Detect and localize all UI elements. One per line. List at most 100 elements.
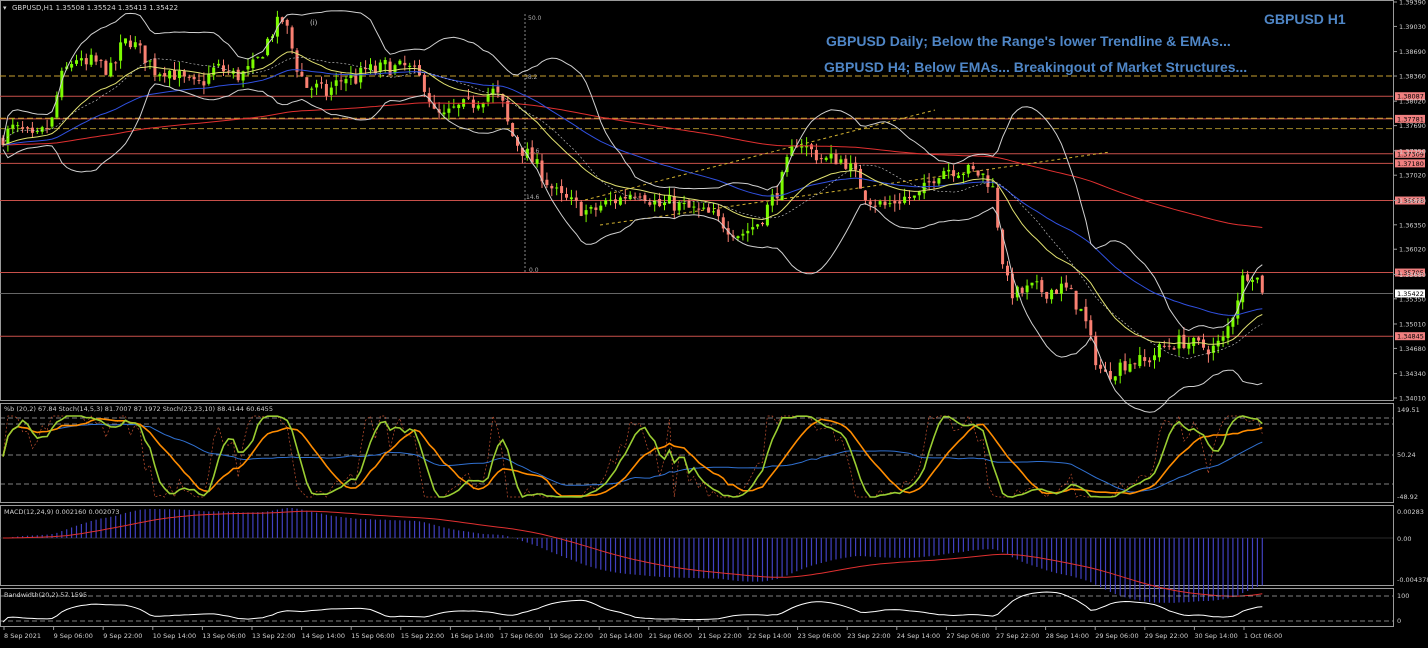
candle-body <box>912 195 916 198</box>
candle <box>741 229 745 241</box>
candle-body <box>966 164 970 174</box>
price-tick-label: 1.37350 <box>1399 147 1426 155</box>
candle <box>226 64 230 75</box>
candle <box>354 68 358 85</box>
candle-body <box>1059 283 1063 294</box>
candle-body <box>594 207 598 210</box>
candle <box>315 79 319 96</box>
candle-body <box>481 103 485 108</box>
candle <box>403 55 407 71</box>
candle <box>859 164 862 189</box>
osc-tick-bot: -48.92 <box>1397 493 1418 501</box>
candle <box>359 62 363 89</box>
candle-body <box>819 158 823 160</box>
ema-fast-line <box>2 51 1263 345</box>
candle <box>579 200 583 217</box>
candle <box>285 18 289 34</box>
candle <box>1010 267 1014 305</box>
candle-body <box>1246 274 1250 281</box>
candle <box>378 59 382 78</box>
candle <box>481 102 485 113</box>
candle <box>114 61 118 71</box>
collapse-arrow-icon[interactable]: ▾ <box>3 4 7 12</box>
candle <box>834 149 838 165</box>
time-tick-label: 30 Sep 14:00 <box>1194 632 1237 640</box>
candle <box>765 202 769 227</box>
candle-body <box>329 87 333 95</box>
wave-label: (i) <box>310 19 318 27</box>
candle <box>1113 376 1117 385</box>
macd-tick-top: 0.00283 <box>1397 508 1424 516</box>
macd-panel-frame <box>0 505 1394 586</box>
candle <box>89 48 93 67</box>
candle <box>320 76 323 89</box>
candle-body <box>1226 326 1230 339</box>
candle-body <box>114 62 118 64</box>
fib-label-382: 38.2 <box>524 74 538 81</box>
candle <box>1064 275 1068 291</box>
candle-body <box>393 65 397 74</box>
time-tick-label: 28 Sep 14:00 <box>1046 632 1089 640</box>
candle <box>1221 330 1225 348</box>
candle-body <box>1094 335 1098 366</box>
candle <box>589 205 593 214</box>
candle-body <box>609 199 613 201</box>
bw-tick-top: 100 <box>1397 592 1409 600</box>
time-tick-label: 22 Sep 14:00 <box>748 632 791 640</box>
candle <box>138 40 142 54</box>
candle <box>1260 274 1264 295</box>
candle <box>565 187 568 201</box>
candle <box>1206 345 1210 363</box>
candle <box>555 183 559 196</box>
candle <box>50 116 54 129</box>
candle <box>643 192 647 204</box>
chart-canvas[interactable]: GBPUSD,H1 1.35508 1.35524 1.35413 1.3542… <box>0 0 1428 644</box>
candle-body <box>638 196 642 198</box>
candle <box>16 121 20 133</box>
candle-body <box>1182 334 1186 349</box>
candle-body <box>834 153 838 165</box>
candle-body <box>1162 345 1166 347</box>
candle <box>932 178 936 190</box>
candle <box>324 79 328 101</box>
candle-body <box>1177 335 1181 349</box>
candle-body <box>1172 348 1176 350</box>
fibonacci-retracement[interactable]: 50.0 38.2 23.6 14.6 0.0 (i) <box>310 14 542 274</box>
time-axis: 8 Sep 2021 9 Sep 06:00 9 Sep 22:00 10 Sep 1… <box>3 627 1282 640</box>
candle <box>349 65 353 86</box>
candle <box>957 172 960 179</box>
candle-body <box>579 201 583 216</box>
candle-body <box>119 42 123 61</box>
bollinger-lower <box>2 83 1263 413</box>
candle <box>295 47 299 78</box>
candle <box>217 59 221 68</box>
candle-body <box>991 186 995 188</box>
candle <box>1079 308 1083 312</box>
macd-legend: MACD(12,24,9) 0.002160 0.002073 <box>4 508 120 516</box>
candle <box>462 98 466 110</box>
time-tick-label: 8 Sep 2021 <box>4 632 41 640</box>
time-tick-label: 24 Sep 14:00 <box>897 632 940 640</box>
candle-body <box>50 117 54 127</box>
candle <box>824 156 828 162</box>
candle-body <box>1221 336 1225 341</box>
candle <box>623 189 627 205</box>
candle-body <box>702 207 706 209</box>
candle-body <box>26 127 29 129</box>
candle-body <box>952 170 956 177</box>
candle <box>148 60 152 70</box>
stoch-long-line <box>2 423 1263 493</box>
candle <box>614 194 617 209</box>
candle <box>329 81 333 101</box>
candle-body <box>246 66 250 70</box>
candle <box>119 34 123 69</box>
stoch-main-line <box>2 415 1263 499</box>
candle-body <box>707 207 711 213</box>
candle <box>525 142 529 161</box>
candle-body <box>11 124 15 129</box>
candle <box>104 59 108 76</box>
candle-body <box>1167 345 1171 347</box>
candle <box>1059 276 1063 302</box>
candle <box>109 57 113 78</box>
candle-body <box>961 174 965 176</box>
